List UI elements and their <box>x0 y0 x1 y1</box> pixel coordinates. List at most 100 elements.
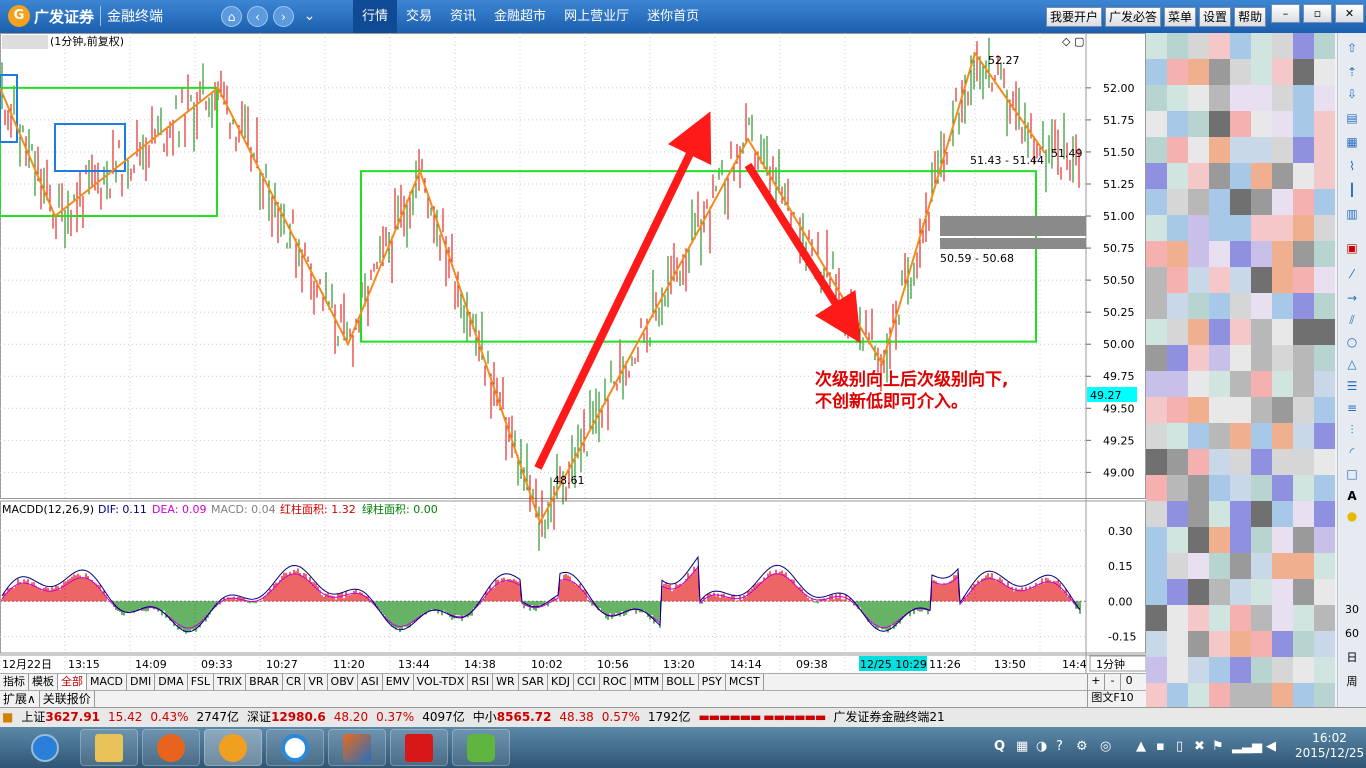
app-tray-icon[interactable]: ▪ <box>1156 739 1165 754</box>
start-button[interactable] <box>16 729 74 766</box>
menu-button[interactable]: 菜单 <box>1164 7 1197 27</box>
indicator-tab-macd[interactable]: MACD <box>87 674 127 690</box>
menu-supermarket[interactable]: 金融超市 <box>485 0 555 33</box>
indicator-tab-sar[interactable]: SAR <box>519 674 549 690</box>
collapse-icon[interactable]: ⌄ <box>299 6 320 27</box>
channel-icon[interactable]: ☰ <box>1342 377 1362 395</box>
mute-icon[interactable]: ✖ <box>1194 739 1205 754</box>
indicator-tab-kdj[interactable]: KDJ <box>548 674 574 690</box>
arrow-up-small-icon[interactable]: ⇡ <box>1342 63 1362 81</box>
zx-value[interactable]: 8565.72 <box>497 708 552 727</box>
taskbar-firefox[interactable] <box>142 729 200 766</box>
period-day[interactable]: 日 <box>1342 649 1362 667</box>
indicator-tab-cr[interactable]: CR <box>283 674 306 690</box>
moon-icon[interactable]: ◑ <box>1036 739 1047 754</box>
search-icon[interactable]: Q <box>994 739 1005 754</box>
help-tray-icon[interactable]: ? <box>1056 739 1063 754</box>
indicator-tab-emv[interactable]: EMV <box>383 674 414 690</box>
indicator-tab-mcst[interactable]: MCST <box>726 674 764 690</box>
arc-icon[interactable]: ◜ <box>1342 443 1362 461</box>
volume-icon[interactable]: ◀ <box>1266 739 1276 754</box>
help-button[interactable]: 帮助 <box>1234 7 1267 27</box>
indicator-tab-fsl[interactable]: FSL <box>188 674 214 690</box>
indicator-tab-cci[interactable]: CCI <box>574 674 600 690</box>
indicator-tab-wr[interactable]: WR <box>493 674 519 690</box>
taskbar-explorer[interactable] <box>80 729 138 766</box>
kline-chart[interactable]: 52.00 51.75 51.50 51.25 51.00 50.75 50.50 50.25… <box>0 33 1147 673</box>
forward-icon[interactable]: › <box>273 6 294 27</box>
indicator-tab-asi[interactable]: ASI <box>358 674 383 690</box>
indicator-tab-roc[interactable]: ROC <box>600 674 631 690</box>
flag-icon[interactable]: ⚑ <box>1212 739 1224 754</box>
indicator-tab-trix[interactable]: TRIX <box>214 674 247 690</box>
indicator-tab-obv[interactable]: OBV <box>328 674 358 690</box>
sz-value[interactable]: 12980.6 <box>271 708 326 727</box>
close-button[interactable]: ✕ <box>1335 4 1364 23</box>
arrow-down-icon[interactable]: ⇩ <box>1342 85 1362 103</box>
taskbar-qq[interactable] <box>266 729 324 766</box>
faq-button[interactable]: 广发必答 <box>1105 7 1162 27</box>
expand-tab[interactable]: 扩展∧ <box>0 691 40 707</box>
mode-icon[interactable]: ▣ <box>1342 239 1362 257</box>
indicator-tab-vr[interactable]: VR <box>305 674 328 690</box>
fib-icon[interactable]: ≡ <box>1342 399 1362 417</box>
phone-icon[interactable]: ▯ <box>1176 739 1183 754</box>
period-week[interactable]: 周 <box>1342 673 1362 691</box>
taskbar-wps[interactable] <box>390 729 448 766</box>
grid-icon[interactable]: ▥ <box>1342 205 1362 223</box>
indicator-tab-mtm[interactable]: MTM <box>631 674 664 690</box>
minimize-button[interactable]: – <box>1271 4 1300 23</box>
candle-icon[interactable]: ┃ <box>1342 181 1362 199</box>
menu-online-hall[interactable]: 网上营业厅 <box>555 0 638 33</box>
indicator-tab-dma[interactable]: DMA <box>155 674 188 690</box>
rect-icon[interactable]: □ <box>1342 465 1362 483</box>
report-icon[interactable]: ▤ <box>1342 109 1362 127</box>
taskbar-matlab[interactable] <box>328 729 386 766</box>
maximize-button[interactable]: ▫ <box>1303 4 1332 23</box>
back-icon[interactable]: ‹ <box>247 6 268 27</box>
menu-trade[interactable]: 交易 <box>397 0 441 33</box>
signal-icon[interactable]: ▂▃▅ <box>1232 739 1262 754</box>
keyboard-icon[interactable]: ▦ <box>1016 739 1028 754</box>
indicator-tab-指标[interactable]: 指标 <box>0 674 29 690</box>
ray-icon[interactable]: → <box>1342 289 1362 307</box>
table-icon[interactable]: ▦ <box>1342 133 1362 151</box>
home-icon[interactable]: ⌂ <box>221 6 242 27</box>
settings-tray-icon[interactable]: ⚙ <box>1076 739 1088 754</box>
zoom-out-button[interactable]: - <box>1103 673 1121 690</box>
indicator-tab-模板[interactable]: 模板 <box>29 674 58 690</box>
line-chart-icon[interactable]: ⌇ <box>1342 157 1362 175</box>
indicator-tab-psy[interactable]: PSY <box>699 674 726 690</box>
menu-mini-home[interactable]: 迷你首页 <box>638 0 708 33</box>
indicator-tab-全部[interactable]: 全部 <box>58 674 87 690</box>
indicator-tab-dmi[interactable]: DMI <box>127 674 156 690</box>
chart-area[interactable]: 52.00 51.75 51.50 51.25 51.00 50.75 50.50 50.25… <box>0 33 1147 688</box>
f10-button[interactable]: 图文F10 <box>1087 690 1137 707</box>
related-quotes-tab[interactable]: 关联报价 <box>40 691 95 707</box>
network-app-icon[interactable]: ◎ <box>1100 739 1111 754</box>
expand-tray-icon[interactable]: ▲ <box>1136 739 1146 754</box>
sh-value[interactable]: 3627.91 <box>45 708 100 727</box>
period-30[interactable]: 30 <box>1342 601 1362 619</box>
taskbar-gf-terminal[interactable] <box>204 729 262 766</box>
circle-icon[interactable]: ○ <box>1342 333 1362 351</box>
open-account-button[interactable]: 我要开户 <box>1046 7 1103 27</box>
period-60[interactable]: 60 <box>1342 625 1362 643</box>
settings-button[interactable]: 设置 <box>1199 7 1232 27</box>
parallel-icon[interactable]: ⫽ <box>1342 311 1362 329</box>
cycle-icon[interactable]: ⫶ <box>1342 421 1362 439</box>
clock[interactable]: 16:02 2015/12/25 <box>1295 731 1364 761</box>
zoom-in-button[interactable]: + <box>1087 673 1104 690</box>
marker-icon[interactable]: ● <box>1342 507 1362 525</box>
indicator-tab-vol-tdx[interactable]: VOL-TDX <box>414 674 469 690</box>
indicator-tab-brar[interactable]: BRAR <box>246 674 284 690</box>
text-tool-icon[interactable]: A <box>1342 487 1362 505</box>
indicator-tab-boll[interactable]: BOLL <box>663 674 699 690</box>
draw-line-icon[interactable]: ⁄ <box>1342 265 1362 283</box>
reset-button[interactable]: 0 <box>1120 673 1137 690</box>
arrow-up-icon[interactable]: ⇧ <box>1342 39 1362 57</box>
indicator-tab-rsi[interactable]: RSI <box>468 674 494 690</box>
menu-quotes[interactable]: 行情 <box>353 0 398 33</box>
taskbar-evernote[interactable] <box>452 729 510 766</box>
menu-news[interactable]: 资讯 <box>441 0 485 33</box>
